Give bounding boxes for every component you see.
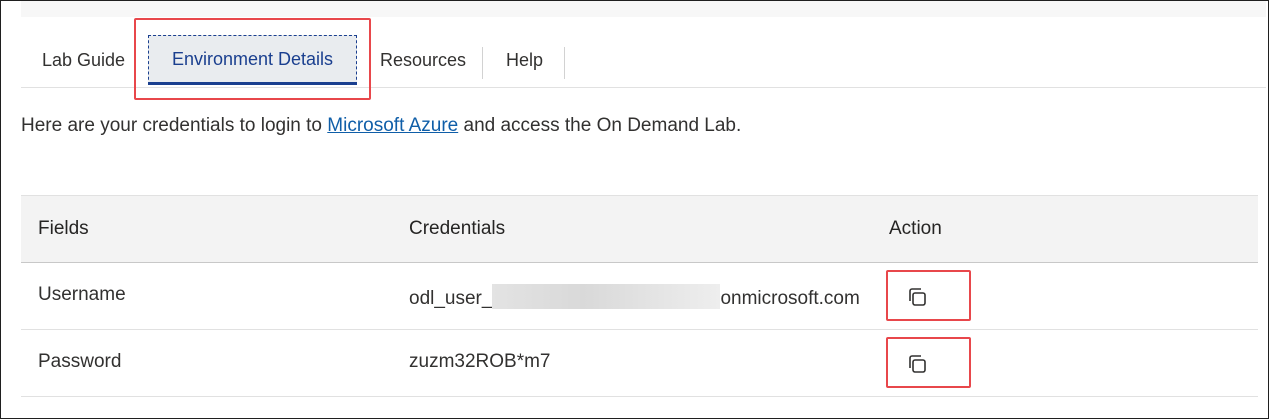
copy-username-highlight [886, 270, 971, 321]
credentials-intro-text: Here are your credentials to login to Mi… [21, 115, 741, 137]
top-strip [21, 1, 1266, 17]
tab-highlight-box [134, 18, 371, 100]
header-fields: Fields [38, 218, 89, 239]
tab-divider [564, 47, 565, 79]
field-username: Username [38, 284, 126, 305]
table-row: Username odl_user_ onmicrosoft.com [21, 263, 1258, 330]
tab-resources[interactable]: Resources [380, 35, 466, 85]
username-suffix: onmicrosoft.com [720, 288, 860, 309]
field-password: Password [38, 351, 122, 372]
tab-divider [482, 47, 483, 79]
header-action: Action [889, 218, 942, 239]
intro-text-before: Here are your credentials to login to [21, 115, 328, 136]
username-prefix: odl_user_ [409, 288, 493, 309]
copy-password-highlight [886, 337, 971, 388]
table-row: Password zuzm32ROB*m7 [21, 330, 1258, 397]
environment-details-panel: Lab Guide Environment Details Resources … [0, 0, 1269, 419]
username-value: odl_user_ onmicrosoft.com [409, 284, 872, 310]
password-value: zuzm32ROB*m7 [409, 351, 551, 372]
redacted-block [492, 284, 721, 309]
tab-help[interactable]: Help [506, 35, 543, 85]
tab-lab-guide[interactable]: Lab Guide [42, 35, 125, 85]
table-header: Fields Credentials Action [21, 195, 1258, 264]
microsoft-azure-link[interactable]: Microsoft Azure [327, 115, 458, 136]
intro-text-after: and access the On Demand Lab. [458, 115, 742, 136]
header-credentials: Credentials [409, 218, 506, 239]
